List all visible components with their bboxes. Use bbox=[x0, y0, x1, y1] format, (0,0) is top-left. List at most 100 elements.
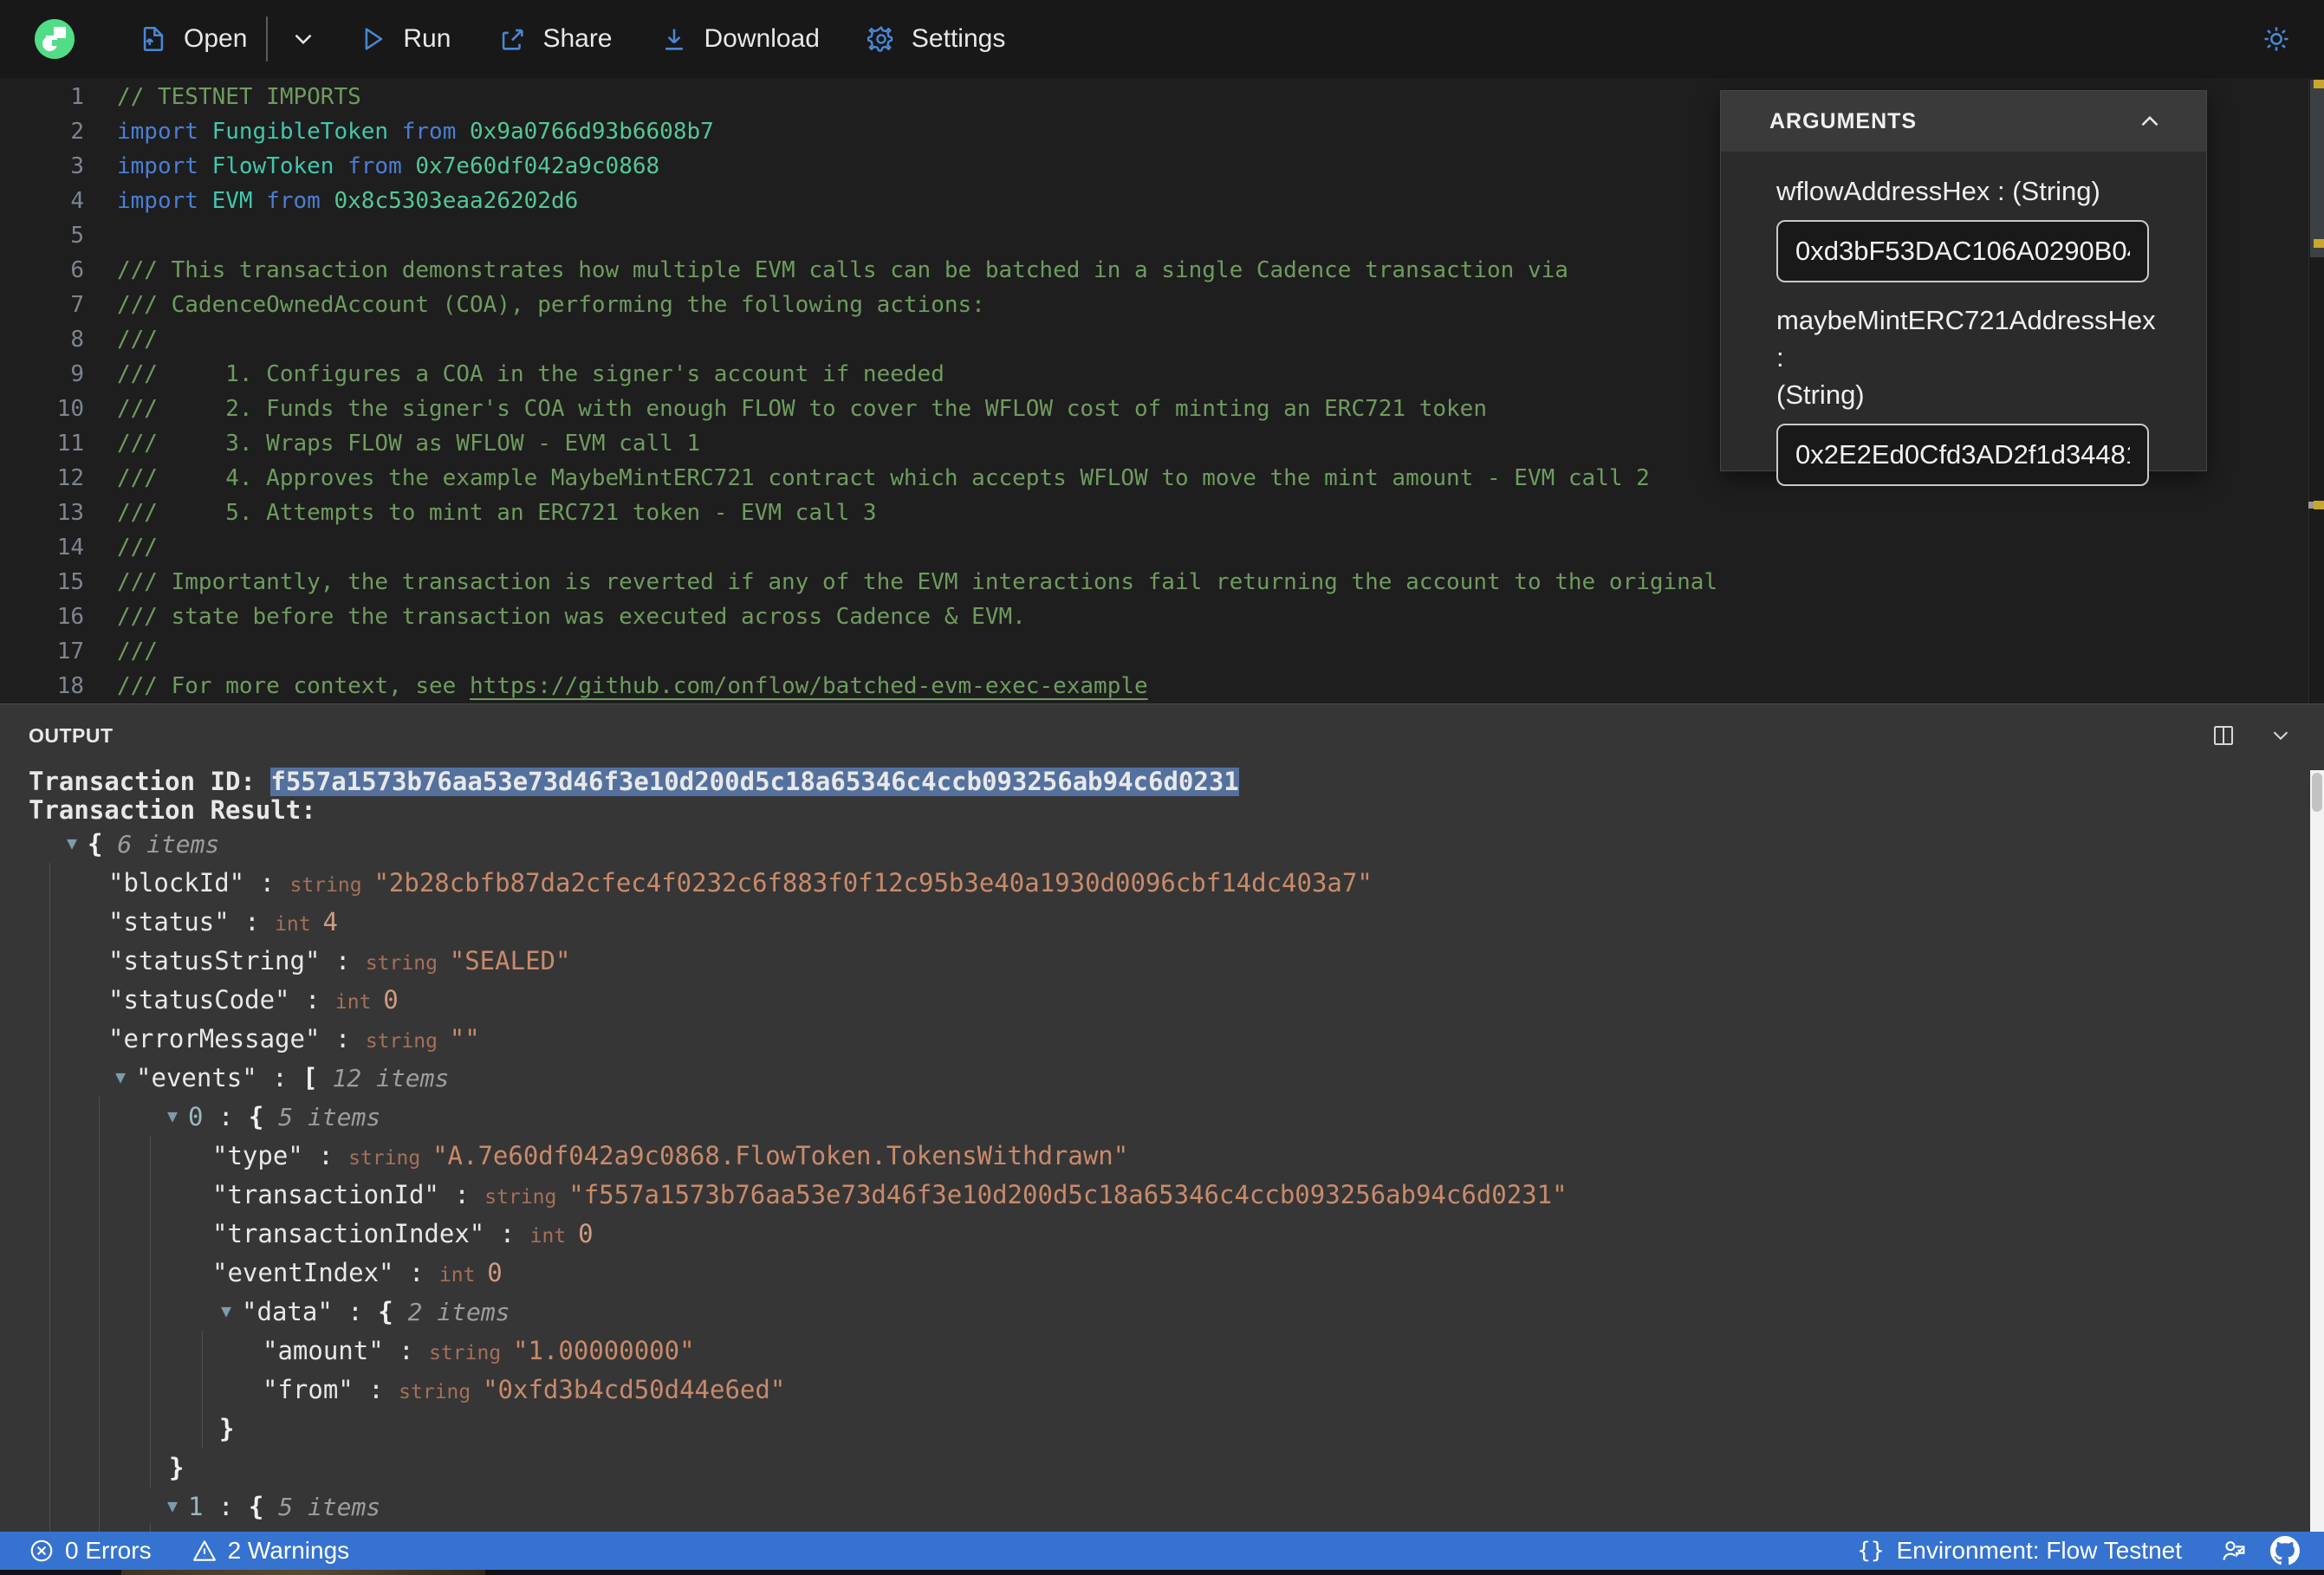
play-icon bbox=[356, 23, 389, 55]
expand-toggle-icon[interactable]: ▼ bbox=[67, 824, 77, 863]
text-segment: /// 4. Approves the example MaybeMintERC… bbox=[117, 465, 1650, 491]
text-segment: : bbox=[353, 1375, 399, 1404]
github-link[interactable] bbox=[2270, 1536, 2300, 1565]
output-scrollbar[interactable] bbox=[2310, 770, 2324, 1533]
text-segment: 0x7e60df042a9c0868 bbox=[415, 153, 660, 179]
settings-label: Settings bbox=[911, 24, 1006, 53]
chevron-down-icon bbox=[287, 23, 320, 55]
arguments-body: wflowAddressHex : (String) maybeMintERC7… bbox=[1721, 152, 2206, 505]
line-number: 7 bbox=[70, 292, 84, 318]
settings-button[interactable]: Settings bbox=[865, 23, 1005, 55]
text-segment: } bbox=[169, 1453, 185, 1482]
text-segment: { bbox=[248, 1102, 264, 1131]
editor-scrollbar-thumb[interactable] bbox=[2310, 80, 2324, 257]
text-segment: } bbox=[219, 1414, 235, 1443]
chevron-up-icon[interactable] bbox=[2133, 105, 2166, 138]
tree-row: ▼ "data" : { 2 items bbox=[29, 1293, 2263, 1332]
text-segment: : bbox=[229, 907, 276, 937]
split-view-icon[interactable] bbox=[2206, 718, 2241, 753]
warnings-status[interactable]: 2 Warnings bbox=[192, 1537, 349, 1565]
code-link[interactable]: https://github.com/onflow/batched-evm-ex… bbox=[470, 673, 1148, 699]
code-text: /// 5. Attempts to mint an ERC721 token … bbox=[117, 496, 877, 530]
tree-row: "type" : string "A.7e60df042a9c0868.Flow… bbox=[29, 1137, 2263, 1176]
editor-scrollbar[interactable] bbox=[2308, 78, 2324, 703]
text-segment: string bbox=[365, 1030, 450, 1053]
text-segment: "from" bbox=[263, 1375, 354, 1404]
text-segment: import bbox=[117, 153, 198, 179]
code-line[interactable]: 16 /// state before the transaction was e… bbox=[0, 600, 2324, 634]
errors-status[interactable]: 0 Errors bbox=[29, 1537, 152, 1565]
text-segment: // TESTNET IMPORTS bbox=[117, 84, 361, 110]
text-segment: 0 bbox=[383, 985, 399, 1014]
environment-status[interactable]: {} Environment: Flow Testnet bbox=[1857, 1537, 2182, 1565]
expand-toggle-icon[interactable]: ▼ bbox=[115, 1058, 126, 1097]
code-line[interactable]: 15 /// Importantly, the transaction is re… bbox=[0, 565, 2324, 600]
download-button[interactable]: Download bbox=[658, 23, 820, 55]
download-icon bbox=[658, 23, 691, 55]
line-number: 18 bbox=[56, 673, 84, 699]
text-segment: /// 3. Wraps FLOW as WFLOW - EVM call 1 bbox=[117, 431, 701, 457]
flow-logo[interactable] bbox=[35, 19, 75, 59]
text-segment: 0x8c5303eaa26202d6 bbox=[334, 188, 579, 214]
text-segment: int bbox=[334, 991, 384, 1014]
text-segment: "A.7e60df042a9c0868.FlowToken.TokensWith… bbox=[432, 1141, 1129, 1170]
download-label: Download bbox=[704, 24, 820, 53]
wflow-address-input[interactable] bbox=[1776, 220, 2149, 282]
feedback-button[interactable] bbox=[2220, 1537, 2248, 1565]
maybe-mint-erc721-address-input[interactable] bbox=[1776, 424, 2149, 486]
text-segment: "blockId" bbox=[108, 868, 245, 898]
tree-row: "status" : int 4 bbox=[29, 903, 2263, 942]
gear-icon bbox=[865, 23, 898, 55]
arguments-header[interactable]: ARGUMENTS bbox=[1721, 91, 2206, 152]
expand-toggle-icon[interactable]: ▼ bbox=[221, 1292, 231, 1331]
text-segment: string bbox=[348, 1147, 433, 1170]
text-segment: /// 1. Configures a COA in the signer's … bbox=[117, 361, 945, 387]
code-text: /// 3. Wraps FLOW as WFLOW - EVM call 1 bbox=[117, 426, 700, 461]
line-number: 11 bbox=[56, 431, 84, 457]
errors-label: 0 Errors bbox=[65, 1537, 152, 1564]
output-scrollbar-thumb[interactable] bbox=[2312, 773, 2322, 812]
line-number: 9 bbox=[70, 361, 84, 387]
text-segment: 5 items bbox=[263, 1493, 381, 1521]
tree-row: "from" : string "0xfd3b4cd50d44e6ed" bbox=[29, 1371, 2263, 1410]
line-number: 6 bbox=[70, 257, 84, 283]
text-segment: "type" bbox=[212, 1141, 303, 1170]
code-text: /// This transaction demonstrates how mu… bbox=[117, 253, 1568, 288]
text-segment: /// bbox=[117, 638, 158, 664]
toolbar-separator bbox=[266, 16, 269, 62]
share-button[interactable]: Share bbox=[496, 23, 613, 55]
text-segment: : bbox=[484, 1219, 530, 1248]
open-button[interactable]: Open bbox=[137, 23, 247, 55]
text-segment bbox=[321, 188, 334, 214]
code-line[interactable]: 14 /// bbox=[0, 530, 2324, 565]
text-segment: string bbox=[429, 1342, 514, 1364]
text-segment: 12 items bbox=[317, 1064, 450, 1092]
argument-label-line2: (String) bbox=[1776, 379, 1865, 410]
tree-row: "transactionIndex" : int 0 bbox=[29, 1215, 2263, 1254]
line-number: 4 bbox=[70, 188, 84, 214]
code-line[interactable]: 18 /// For more context, see https://gith… bbox=[0, 669, 2324, 703]
tree-row: ▼ { 6 items bbox=[29, 825, 2263, 864]
tree-row: ▼ "events" : [ 12 items bbox=[29, 1059, 2263, 1098]
warning-marker bbox=[2314, 501, 2324, 509]
text-segment: "data" bbox=[242, 1297, 333, 1326]
code-text: /// CadenceOwnedAccount (COA), performin… bbox=[117, 288, 985, 322]
app-window: Open Run Share Download Settings 1 // TE… bbox=[0, 0, 2324, 1575]
code-line[interactable]: 17 /// bbox=[0, 634, 2324, 669]
collapse-output-icon[interactable] bbox=[2263, 718, 2298, 753]
run-button[interactable]: Run bbox=[356, 23, 451, 55]
expand-toggle-icon[interactable]: ▼ bbox=[167, 1487, 178, 1526]
text-segment: /// bbox=[117, 327, 158, 353]
tree-row: } bbox=[29, 1410, 2263, 1449]
text-segment: { bbox=[248, 1492, 264, 1521]
window-bottom-edge bbox=[0, 1570, 2324, 1575]
theme-toggle-button[interactable] bbox=[2260, 23, 2293, 55]
open-dropdown-button[interactable] bbox=[287, 23, 320, 55]
code-text: /// 2. Funds the signer's COA with enoug… bbox=[117, 392, 1487, 426]
tree-row: "blockId" : string "2b28cbfb87da2cfec4f0… bbox=[29, 864, 2263, 903]
text-segment: EVM bbox=[211, 188, 253, 214]
text-segment: : bbox=[256, 1063, 303, 1092]
expand-toggle-icon[interactable]: ▼ bbox=[167, 1097, 178, 1136]
text-segment: "SEALED" bbox=[449, 946, 571, 975]
text-segment: : bbox=[203, 1492, 249, 1521]
